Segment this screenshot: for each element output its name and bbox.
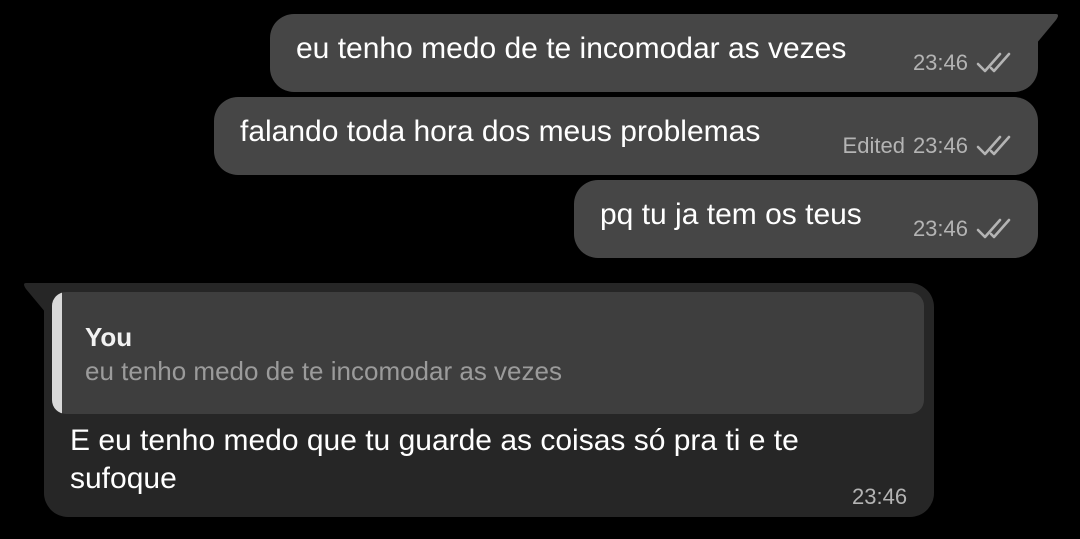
message-meta: 23:46 xyxy=(913,216,1016,242)
quote-text: eu tenho medo de te incomodar as vezes xyxy=(85,356,562,386)
message-bubble[interactable]: pq tu ja tem os teus 23:46 xyxy=(574,180,1038,258)
edited-label: Edited xyxy=(842,133,905,158)
message-text: falando toda hora dos meus problemas xyxy=(240,115,761,148)
message-meta: 23:46 xyxy=(852,484,907,510)
message-text: eu tenho medo de te incomodar as vezes xyxy=(296,32,847,65)
message-bubble[interactable]: falando toda hora dos meus problemas Edi… xyxy=(214,97,1038,175)
read-double-check-icon xyxy=(976,135,1011,156)
message-time: 23:46 xyxy=(912,50,968,75)
message-text: E eu tenho medo que tu guarde as coisas … xyxy=(70,424,799,495)
message-time: 23:46 xyxy=(912,133,968,158)
quote-author: You xyxy=(85,322,133,352)
reply-quote[interactable]: You eu tenho medo de te incomodar as vez… xyxy=(52,292,924,414)
read-double-check-icon xyxy=(976,52,1011,73)
message-time: 23:46 xyxy=(912,216,968,241)
read-double-check-icon xyxy=(976,218,1011,239)
message-bubble[interactable]: eu tenho medo de te incomodar as vezes 2… xyxy=(270,14,1038,92)
quote-bar xyxy=(52,292,62,414)
message-meta: Edited 23:46 xyxy=(843,133,1016,159)
message-time: 23:46 xyxy=(852,484,908,509)
message-meta: 23:46 xyxy=(913,50,1016,76)
message-text: pq tu ja tem os teus xyxy=(600,198,862,231)
